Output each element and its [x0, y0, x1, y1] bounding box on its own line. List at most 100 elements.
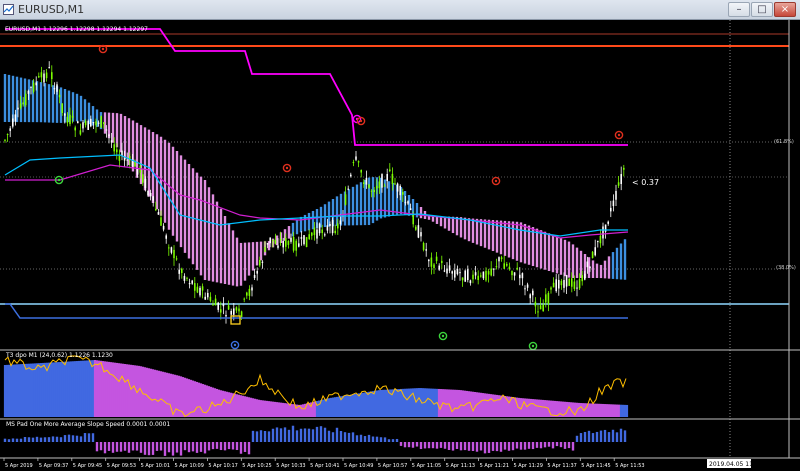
candle-body [602, 226, 604, 239]
candle-body [69, 114, 71, 125]
candle-body [157, 212, 160, 215]
candle-body [352, 162, 355, 164]
candle-body [134, 162, 136, 167]
candle-body [474, 272, 477, 276]
candle-body [454, 270, 456, 278]
candle-body [27, 90, 30, 94]
window-title: EURUSD,M1 [18, 3, 85, 16]
candle-body [425, 249, 427, 251]
candle-body [194, 283, 196, 291]
candle-body [597, 240, 599, 243]
candle-body [506, 263, 508, 266]
candle-body [586, 261, 589, 268]
candle-body [251, 287, 253, 291]
candle-body [230, 310, 232, 315]
candle-body [209, 296, 212, 301]
candle-body [324, 234, 326, 236]
t3-dpo-indicator-panel[interactable] [3, 355, 629, 418]
candle-body [610, 207, 612, 212]
selection-box [230, 315, 241, 325]
candle-body [490, 268, 492, 276]
candle-body [110, 140, 113, 143]
candle-body [152, 196, 154, 201]
signal-circle-dot [233, 343, 237, 347]
candle-body [519, 274, 521, 279]
time-label: 5 Apr 11:29 [514, 463, 543, 469]
candle-body [589, 266, 591, 269]
candle-body [97, 122, 100, 124]
maximize-button[interactable]: □ [751, 2, 773, 17]
close-button[interactable]: × [774, 2, 796, 17]
signal-circle-dot [57, 178, 61, 182]
candle-body [550, 287, 552, 290]
time-label: 5 Apr 11:53 [615, 463, 644, 469]
time-label: 5 Apr 2019 [5, 463, 33, 469]
candle-body [615, 191, 617, 200]
candle-body [191, 280, 193, 284]
time-label: 5 Apr 10:25 [242, 463, 271, 469]
candle-body [347, 188, 349, 190]
candle-body [272, 239, 274, 242]
candle-body [516, 267, 518, 270]
candle-body [303, 235, 305, 245]
slope-speed-indicator-panel[interactable] [3, 425, 627, 456]
candle-body [188, 283, 191, 285]
candle-body [456, 269, 459, 275]
candle-body [508, 266, 511, 270]
candle-body [539, 305, 542, 310]
candle-body [175, 258, 178, 260]
candle-body [238, 308, 240, 312]
fib-label-380: (38.0%) [776, 265, 796, 271]
candle-body [487, 271, 490, 275]
candle-body [545, 294, 547, 303]
candle-body [170, 247, 173, 253]
candle-body [331, 219, 334, 234]
candle-body [243, 298, 245, 300]
candle-body [420, 232, 422, 237]
candle-body [430, 257, 433, 267]
candle-body [61, 103, 63, 113]
candle-body [56, 84, 58, 92]
candle-body [300, 237, 303, 239]
candle-body [160, 217, 162, 226]
signal-circle-dot [441, 334, 445, 338]
candle-body [576, 287, 578, 289]
candle-body [555, 279, 557, 292]
candle-body [64, 113, 66, 116]
candle-body [529, 294, 531, 299]
candle-body [155, 208, 157, 211]
minimize-button[interactable]: – [728, 2, 750, 17]
candle-body [565, 275, 568, 287]
candle-body [446, 268, 448, 274]
candle-body [391, 173, 394, 185]
candle-body [290, 237, 292, 242]
candle-body [79, 130, 82, 135]
support-step-line [5, 303, 628, 319]
candle-body [363, 182, 365, 184]
candle-body [173, 249, 175, 259]
time-label: 5 Apr 10:09 [175, 463, 204, 469]
candle-body [607, 221, 609, 224]
candle-body [40, 72, 43, 78]
candle-body [350, 174, 352, 177]
time-label: 5 Apr 10:33 [276, 463, 305, 469]
candle-body [90, 118, 92, 127]
candle-body [573, 281, 576, 289]
time-label: 5 Apr 10:01 [141, 463, 170, 469]
candle-body [144, 178, 147, 189]
chart-area[interactable]: EURUSD,M1 1.12296 1.12298 1.12294 1.1229… [0, 20, 800, 471]
candle-body [441, 260, 443, 264]
candle-body [594, 247, 596, 256]
candle-body [472, 274, 474, 280]
candle-body [407, 201, 409, 204]
candle-body [256, 271, 258, 274]
candle-body [485, 270, 487, 281]
candle-body [103, 122, 105, 124]
candle-body [168, 247, 170, 249]
candle-body [503, 263, 505, 269]
candle-body [298, 243, 300, 247]
candle-body [77, 121, 79, 124]
candle-body [100, 116, 102, 128]
candle-body [277, 245, 279, 248]
candle-body [435, 256, 438, 262]
